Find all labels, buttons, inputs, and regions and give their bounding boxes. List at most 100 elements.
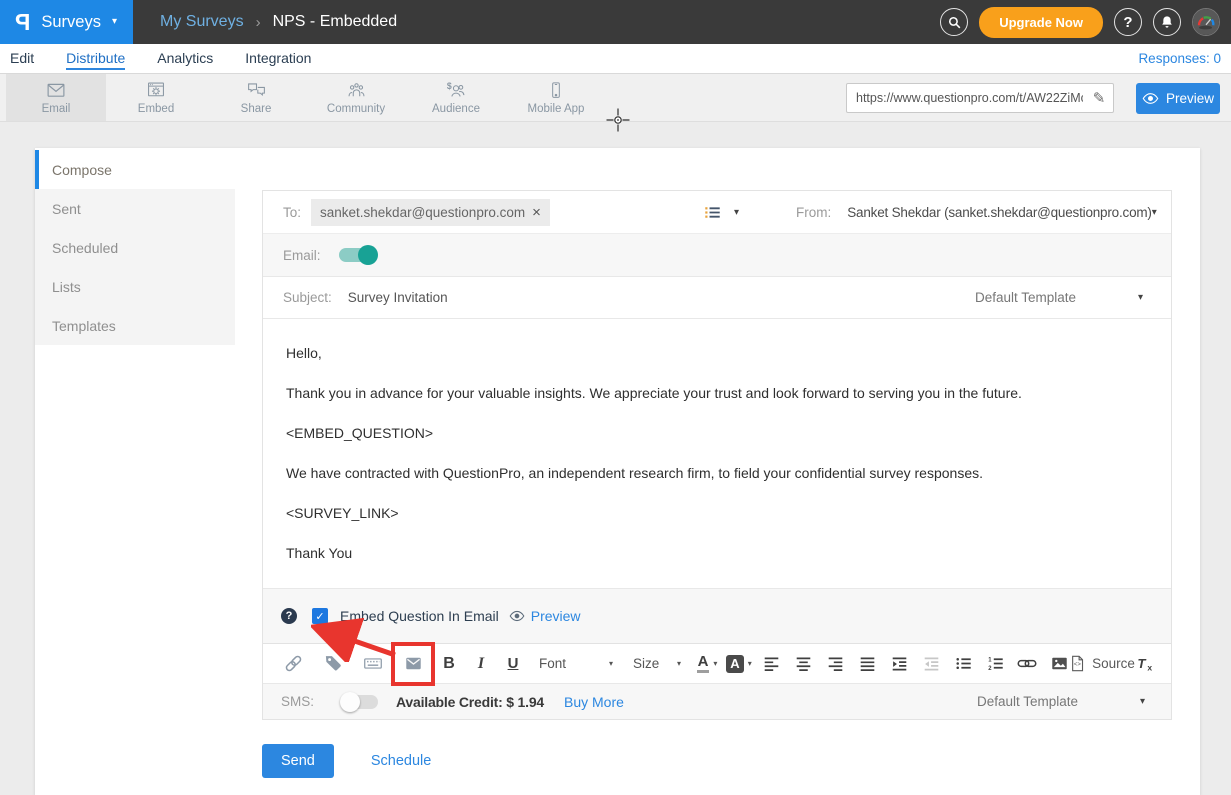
italic-button[interactable]: I (468, 651, 494, 677)
topbar-actions: Upgrade Now ? (940, 7, 1231, 38)
decrease-indent-button[interactable] (918, 651, 944, 677)
sidebar-item-compose[interactable]: Compose (35, 150, 235, 189)
justify-icon (858, 655, 877, 672)
select-list-button[interactable]: ▾ (703, 204, 739, 221)
channel-tab-email[interactable]: Email (6, 74, 106, 121)
notifications-button[interactable] (1153, 8, 1181, 36)
preview-button-label: Preview (1166, 91, 1214, 106)
subject-label: Subject: (283, 290, 332, 305)
channel-tab-embed[interactable]: Embed (106, 74, 206, 121)
outdent-icon (922, 655, 941, 672)
nav-tab-edit[interactable]: Edit (10, 47, 34, 70)
top-bar: P Surveys ▾ My Surveys › NPS - Embedded … (0, 0, 1231, 44)
channel-tab-mobile-app[interactable]: Mobile App (506, 74, 606, 121)
justify-button[interactable] (854, 651, 880, 677)
search-button[interactable] (940, 8, 968, 36)
channel-tab-label: Community (327, 103, 385, 115)
bold-button[interactable]: B (436, 651, 462, 677)
align-left-button[interactable] (758, 651, 784, 677)
source-button[interactable]: <>Source (1078, 651, 1126, 677)
nav-tab-integration[interactable]: Integration (245, 47, 311, 70)
underline-button[interactable]: U (500, 651, 526, 677)
italic-button-label: I (478, 655, 484, 673)
caret-down-icon: ▾ (748, 659, 752, 668)
increase-indent-button[interactable] (886, 651, 912, 677)
hyperlink-button[interactable] (1014, 651, 1040, 677)
nav-tab-distribute[interactable]: Distribute (66, 47, 125, 70)
caret-down-icon: ▾ (112, 17, 117, 27)
insert-link-button[interactable] (280, 651, 306, 677)
background-color-button-label: A (726, 655, 743, 673)
insert-image-button[interactable] (1046, 651, 1072, 677)
email-toggle-row: Email: (263, 233, 1171, 276)
to-label: To: (283, 205, 301, 220)
email-body[interactable]: Hello,Thank you in advance for your valu… (263, 318, 1171, 588)
size-select[interactable]: Size▾ (626, 651, 688, 677)
numbers-icon: 12 (986, 655, 1005, 672)
keyboard-shortcuts-button[interactable] (360, 651, 386, 677)
audience-channel-icon: $ (444, 80, 468, 101)
send-button[interactable]: Send (262, 744, 334, 778)
embed-question-button[interactable] (400, 651, 426, 677)
email-body-paragraph: <SURVEY_LINK> (286, 504, 1148, 522)
bullets-icon (954, 655, 973, 672)
text-color-button[interactable]: A▾ (694, 651, 720, 677)
eye-icon (1142, 92, 1159, 105)
svg-text:2: 2 (988, 666, 992, 672)
embed-help-icon[interactable]: ? (281, 608, 297, 624)
sidebar-item-scheduled[interactable]: Scheduled (35, 228, 235, 267)
numbered-list-button[interactable]: 12 (982, 651, 1008, 677)
survey-url-field: ✎ (846, 83, 1114, 113)
sms-toggle[interactable] (342, 695, 378, 709)
channel-tab-share[interactable]: Share (206, 74, 306, 121)
background-color-button[interactable]: A▾ (726, 651, 752, 677)
from-label: From: (796, 205, 831, 220)
survey-url-input[interactable] (847, 91, 1085, 105)
embed-question-row: ? ✓ Embed Question In Email Preview (263, 588, 1171, 643)
bullet-list-button[interactable] (950, 651, 976, 677)
remove-format-button[interactable]: Tx (1132, 651, 1158, 677)
responses-count: Responses: 0 (1138, 51, 1221, 66)
toggle-knob (358, 245, 378, 265)
schedule-link[interactable]: Schedule (371, 753, 431, 769)
sms-template-select[interactable]: Default Template ▾ (977, 694, 1145, 709)
help-button[interactable]: ? (1114, 8, 1142, 36)
sidebar-item-sent[interactable]: Sent (35, 189, 235, 228)
questionpro-logo[interactable]: P Surveys ▾ (0, 0, 133, 44)
crosshair-cursor (605, 107, 631, 133)
text-color-button-label: A (697, 654, 710, 674)
embed-preview-link[interactable]: Preview (531, 608, 581, 624)
email-template-select[interactable]: Default Template ▾ (975, 290, 1143, 305)
removefmt-icon: Tx (1135, 654, 1155, 673)
share-channel-icon (245, 80, 268, 101)
align-right-button[interactable] (822, 651, 848, 677)
embed-question-checkbox[interactable]: ✓ (312, 608, 328, 624)
subject-row: Subject: Survey Invitation Default Templ… (263, 276, 1171, 318)
subject-input[interactable]: Survey Invitation (348, 290, 448, 305)
preview-button[interactable]: Preview (1136, 83, 1220, 114)
remove-recipient-icon[interactable]: × (532, 205, 541, 220)
font-select[interactable]: Font▾ (532, 651, 620, 677)
bell-icon (1159, 14, 1175, 30)
email-body-paragraph: Thank you in advance for your valuable i… (286, 384, 1148, 402)
sidebar-item-lists[interactable]: Lists (35, 267, 235, 306)
user-avatar[interactable] (1192, 8, 1220, 36)
email-toggle[interactable] (339, 248, 375, 262)
channel-tab-label: Share (241, 103, 272, 115)
chevron-right-icon: › (256, 14, 261, 31)
insert-tag-button[interactable] (320, 651, 346, 677)
edit-url-pencil-icon[interactable]: ✎ (1085, 89, 1113, 107)
nav-tab-analytics[interactable]: Analytics (157, 47, 213, 70)
upgrade-now-button[interactable]: Upgrade Now (979, 7, 1103, 38)
channel-tab-community[interactable]: Community (306, 74, 406, 121)
email-body-paragraph: <EMBED_QUESTION> (286, 424, 1148, 442)
caret-down-icon: ▾ (734, 207, 739, 218)
channel-tab-audience[interactable]: $Audience (406, 74, 506, 121)
from-select[interactable]: From: Sanket Shekdar (sanket.shekdar@que… (796, 205, 1155, 220)
breadcrumb: My Surveys › NPS - Embedded (160, 13, 397, 31)
breadcrumb-my-surveys[interactable]: My Surveys (160, 13, 244, 31)
buy-more-link[interactable]: Buy More (564, 694, 624, 710)
sidebar-item-templates[interactable]: Templates (35, 306, 235, 345)
align-center-button[interactable] (790, 651, 816, 677)
questionpro-logo-icon: P (15, 11, 30, 34)
